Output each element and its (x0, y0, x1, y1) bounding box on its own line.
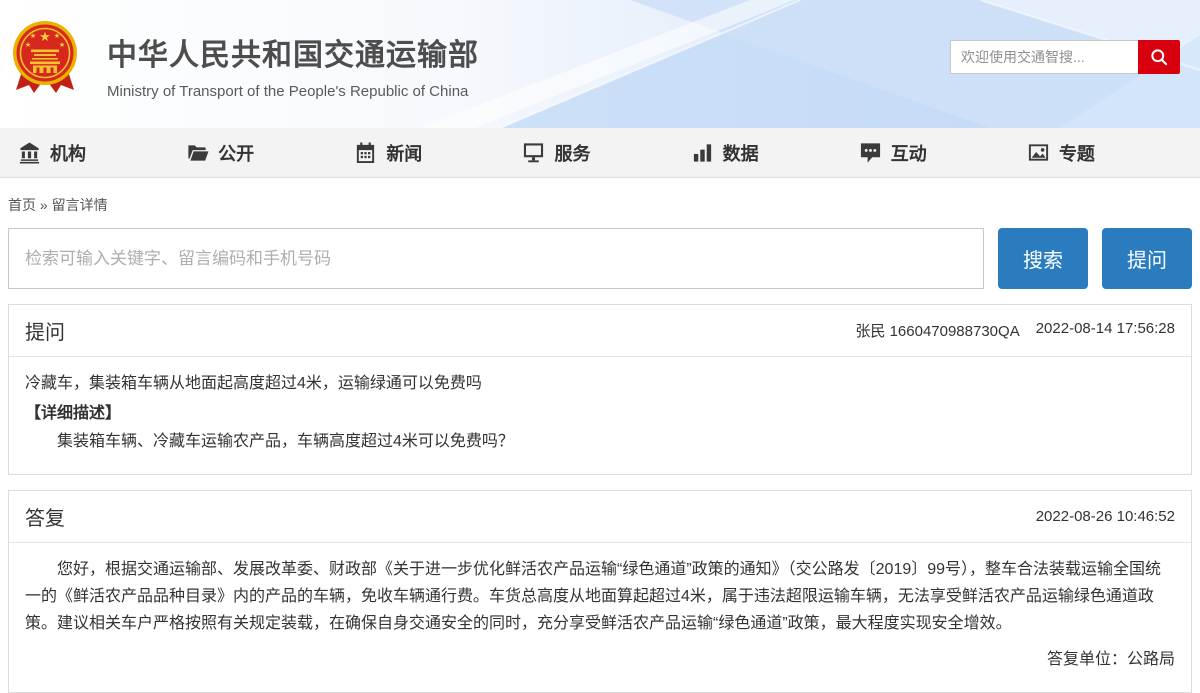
nav-item-label: 机构 (50, 140, 86, 166)
svg-text:★: ★ (30, 32, 36, 40)
answer-meta: 2022-08-26 10:46:52 (1036, 508, 1175, 525)
breadcrumb-home-link[interactable]: 首页 (8, 197, 36, 213)
breadcrumb: 首页 » 留言详情 (8, 195, 1192, 215)
main-nav: 机构 公开 新闻 服务 数据 (0, 128, 1200, 178)
header-search-button[interactable] (1138, 40, 1180, 74)
answer-timestamp: 2022-08-26 10:46:52 (1036, 508, 1175, 525)
nav-item-label: 新闻 (386, 140, 422, 166)
nav-item-label: 服务 (554, 140, 590, 166)
header-search-input[interactable] (950, 40, 1138, 74)
bank-icon (18, 141, 41, 164)
site-title: 中华人民共和国交通运输部 (107, 30, 479, 74)
nav-item-services[interactable]: 服务 (522, 140, 590, 166)
answer-card-header: 答复 2022-08-26 10:46:52 (9, 491, 1191, 543)
svg-text:★: ★ (25, 41, 31, 49)
svg-text:★: ★ (59, 41, 65, 49)
nav-item-label: 数据 (723, 140, 759, 166)
question-section-title: 提问 (25, 316, 65, 345)
svg-text:★: ★ (39, 29, 51, 44)
question-card-header: 提问 张民 1660470988730QA 2022-08-14 17:56:2… (9, 305, 1191, 357)
question-detail: 集装箱车辆、冷藏车运输农产品，车辆高度超过4米可以免费吗？ (25, 428, 1175, 456)
answer-card: 答复 2022-08-26 10:46:52 您好，根据交通运输部、发展改革委、… (8, 490, 1192, 693)
ask-button[interactable]: 提问 (1102, 228, 1192, 289)
answer-section-title: 答复 (25, 502, 65, 531)
nav-item-orgs[interactable]: 机构 (18, 140, 86, 166)
question-card: 提问 张民 1660470988730QA 2022-08-14 17:56:2… (8, 304, 1192, 475)
question-summary: 冷藏车，集装箱车辆从地面起高度超过4米，运输绿通可以免费吗 (25, 370, 1175, 398)
message-search-input[interactable] (8, 228, 984, 289)
answer-card-body: 您好，根据交通运输部、发展改革委、财政部《关于进一步优化鲜活农产品运输“绿色通道… (9, 543, 1191, 692)
svg-text:★: ★ (54, 32, 60, 40)
national-emblem-logo: ★ ★ ★ ★ ★ (10, 20, 80, 100)
nav-item-data[interactable]: 数据 (691, 140, 759, 166)
question-meta: 张民 1660470988730QA 2022-08-14 17:56:28 (855, 320, 1175, 341)
breadcrumb-current: 留言详情 (52, 197, 108, 213)
monitor-icon (522, 141, 545, 164)
nav-item-label: 互动 (891, 140, 927, 166)
question-card-body: 冷藏车，集装箱车辆从地面起高度超过4米，运输绿通可以免费吗 【详细描述】 集装箱… (9, 357, 1191, 474)
folder-icon (186, 141, 209, 164)
question-detail-label: 【详细描述】 (25, 400, 1175, 428)
breadcrumb-separator: » (40, 197, 48, 213)
site-title-block: 中华人民共和国交通运输部 Ministry of Transport of th… (107, 30, 479, 100)
answer-unit: 答复单位：公路局 (25, 646, 1175, 674)
nav-item-disclosure[interactable]: 公开 (186, 140, 254, 166)
nav-item-label: 公开 (218, 140, 254, 166)
message-search-row: 搜索 提问 (8, 228, 1192, 289)
bar-chart-icon (691, 141, 714, 164)
question-author: 张民 1660470988730QA (855, 320, 1019, 341)
main-content: 首页 » 留言详情 搜索 提问 提问 张民 1660470988730QA 20… (0, 195, 1200, 693)
site-subtitle: Ministry of Transport of the People's Re… (107, 83, 479, 100)
header-search (950, 40, 1180, 74)
answer-body: 您好，根据交通运输部、发展改革委、财政部《关于进一步优化鲜活农产品运输“绿色通道… (25, 556, 1175, 637)
nav-item-topics[interactable]: 专题 (1027, 140, 1095, 166)
search-button[interactable]: 搜索 (998, 228, 1088, 289)
nav-item-label: 专题 (1059, 140, 1095, 166)
nav-item-news[interactable]: 新闻 (354, 140, 422, 166)
picture-icon (1027, 141, 1050, 164)
site-header: ★ ★ ★ ★ ★ 中华人民共和国交通运输部 Ministry of Trans… (0, 0, 1200, 128)
speech-bubble-icon (859, 141, 882, 164)
question-timestamp: 2022-08-14 17:56:28 (1036, 320, 1175, 341)
nav-item-interaction[interactable]: 互动 (859, 140, 927, 166)
calendar-icon (354, 141, 377, 164)
search-icon (1149, 47, 1169, 67)
